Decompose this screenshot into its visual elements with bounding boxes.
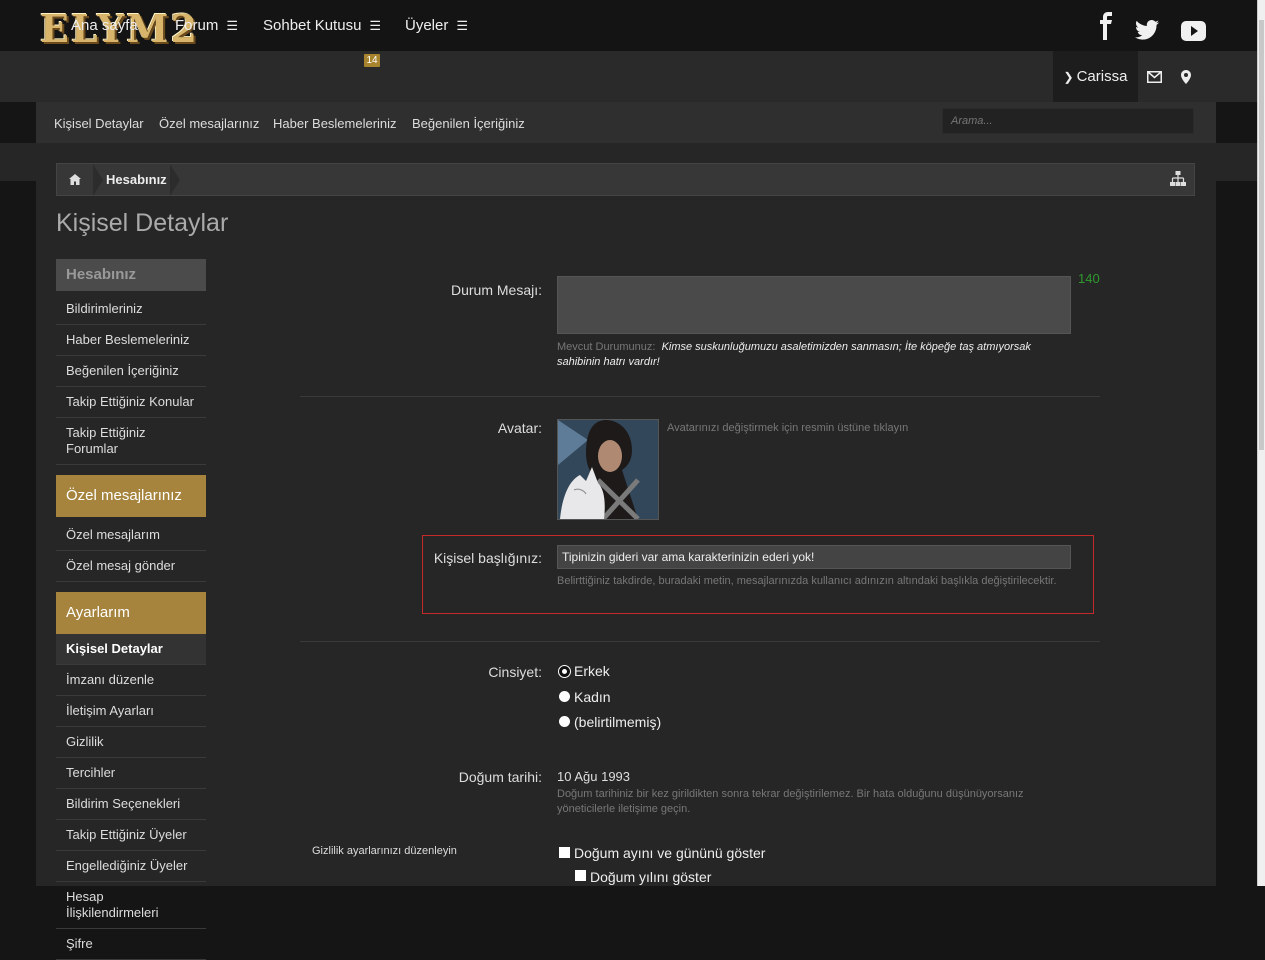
sitemap-icon[interactable] xyxy=(1170,171,1186,187)
username: Carissa xyxy=(1076,68,1128,85)
breadcrumb-separator xyxy=(170,164,180,196)
sidebar-item-password[interactable]: Şifre xyxy=(56,929,206,960)
show-dob-year-label[interactable]: Doğum yılını göster xyxy=(590,869,711,885)
dob-value: 10 Ağu 1993 xyxy=(557,769,631,784)
subnav-news-feed[interactable]: Haber Beslemeleriniz xyxy=(273,102,397,143)
page-title: Kişisel Detaylar xyxy=(56,209,229,237)
subnav-private-messages[interactable]: Özel mesajlarınız xyxy=(159,102,259,143)
custom-title-hint: Belirttiğiniz takdirde, buradaki metin, … xyxy=(557,575,1057,587)
sidebar-item-contact[interactable]: İletişim Ayarları xyxy=(56,696,206,727)
youtube-icon[interactable] xyxy=(1181,17,1206,45)
nav-home-label: Ana sayfa xyxy=(71,17,138,34)
scrollbar-thumb[interactable] xyxy=(1259,20,1264,450)
dob-label: Doğum tarihi: xyxy=(458,769,542,785)
privacy-label: Gizlilik ayarlarınızı düzenleyin xyxy=(312,845,457,857)
facebook-icon[interactable] xyxy=(1098,12,1114,40)
custom-title-label: Kişisel başlığınız: xyxy=(433,550,542,566)
current-status-label: Mevcut Durumunuz: xyxy=(557,341,656,353)
avatar-label: Avatar: xyxy=(497,420,542,436)
gender-female-label[interactable]: Kadın xyxy=(574,689,611,705)
sidebar-item-following[interactable]: Takip Ettiğiniz Üyeler xyxy=(56,820,206,851)
sidebar-item-news-feed[interactable]: Haber Beslemeleriniz xyxy=(56,325,206,356)
breadcrumb-separator xyxy=(93,164,103,196)
user-menu[interactable]: ❯ Carissa xyxy=(1053,51,1138,102)
divider xyxy=(300,396,1100,397)
gender-label: Cinsiyet: xyxy=(488,664,542,680)
dob-hint: Doğum tarihiniz bir kez girildikten sonr… xyxy=(557,788,1024,815)
search-input[interactable]: Arama... xyxy=(942,108,1194,134)
sidebar-item-personal-details[interactable]: Kişisel Detaylar xyxy=(56,634,206,665)
menu-icon[interactable]: ☰ xyxy=(226,0,238,51)
menu-icon[interactable]: ☰ xyxy=(456,0,468,51)
sidebar-item-signature[interactable]: İmzanı düzenle xyxy=(56,665,206,696)
sidebar-item-ignored[interactable]: Engellediğiniz Üyeler xyxy=(56,851,206,882)
sidebar-item-privacy[interactable]: Gizlilik xyxy=(56,727,206,758)
gender-unspecified-radio[interactable] xyxy=(559,716,570,727)
sidebar-item-liked-content[interactable]: Beğenilen İçeriğiniz xyxy=(56,356,206,387)
nav-forum-label: Forum xyxy=(175,17,219,34)
sidebar-head-pm[interactable]: Özel mesajlarınız xyxy=(56,475,206,517)
current-status: Mevcut Durumunuz: Kimse suskunluğumuzu a… xyxy=(557,340,1077,370)
breadcrumb-current[interactable]: Hesabınız xyxy=(106,164,167,196)
twitter-icon[interactable] xyxy=(1135,16,1159,44)
nav-members[interactable]: Üyeler ☰ xyxy=(405,0,468,51)
show-dob-checkbox[interactable] xyxy=(559,847,570,858)
menu-icon[interactable]: ☰ xyxy=(369,0,381,51)
divider xyxy=(300,641,1100,642)
show-dob-year-checkbox[interactable] xyxy=(575,870,586,881)
sidebar-item-watched-threads[interactable]: Takip Ettiğiniz Konular xyxy=(56,387,206,418)
shoutbox-count-badge: 14 xyxy=(364,54,380,67)
nav-members-label: Üyeler xyxy=(405,17,449,34)
sidebar-head-account[interactable]: Hesabınız xyxy=(56,259,206,291)
nav-forum[interactable]: Forum ☰ xyxy=(175,0,238,51)
sidebar-item-notifications[interactable]: Bildirimleriniz xyxy=(56,294,206,325)
avatar-hint: Avatarınızı değiştirmek için resmin üstü… xyxy=(667,422,909,434)
custom-title-input[interactable]: Tipinizin gideri var ama karakterinizin … xyxy=(557,545,1071,569)
sidebar-item-external-accounts[interactable]: Hesap İlişkilendirmeleri xyxy=(56,882,206,929)
subnav-liked-content[interactable]: Beğenilen İçeriğiniz xyxy=(412,102,525,143)
subnav-personal-details[interactable]: Kişisel Detaylar xyxy=(54,102,144,143)
nav-home[interactable]: Ana sayfa xyxy=(71,0,138,51)
map-marker-icon[interactable] xyxy=(1181,70,1191,84)
sidebar: Hesabınız Bildirimleriniz Haber Beslemel… xyxy=(56,259,206,960)
gender-male-label[interactable]: Erkek xyxy=(574,663,610,679)
sidebar-item-preferences[interactable]: Tercihler xyxy=(56,758,206,789)
breadcrumb: Hesabınız xyxy=(56,163,1195,196)
sidebar-item-watched-forums[interactable]: Takip Ettiğiniz Forumlar xyxy=(56,418,206,465)
sidebar-item-my-pms[interactable]: Özel mesajlarım xyxy=(56,520,206,551)
gender-female-radio[interactable] xyxy=(559,691,570,702)
chevron-down-icon: ❯ xyxy=(1063,70,1074,84)
status-textarea[interactable] xyxy=(557,276,1071,334)
sidebar-item-alert-preferences[interactable]: Bildirim Seçenekleri xyxy=(56,789,206,820)
envelope-icon[interactable] xyxy=(1147,71,1162,83)
show-dob-label[interactable]: Doğum ayını ve gününü göster xyxy=(574,845,765,861)
home-icon[interactable] xyxy=(57,164,93,195)
avatar-image[interactable] xyxy=(557,419,659,520)
status-label: Durum Mesajı: xyxy=(450,282,542,298)
sidebar-item-send-pm[interactable]: Özel mesaj gönder xyxy=(56,551,206,582)
gender-male-radio[interactable] xyxy=(559,666,570,677)
status-char-counter: 140 xyxy=(1078,271,1100,286)
sidebar-head-settings[interactable]: Ayarlarım xyxy=(56,592,206,634)
gender-unspecified-label[interactable]: (belirtilmemiş) xyxy=(574,714,661,730)
nav-shoutbox[interactable]: Sohbet Kutusu ☰ xyxy=(263,0,381,51)
nav-shoutbox-label: Sohbet Kutusu xyxy=(263,17,362,34)
